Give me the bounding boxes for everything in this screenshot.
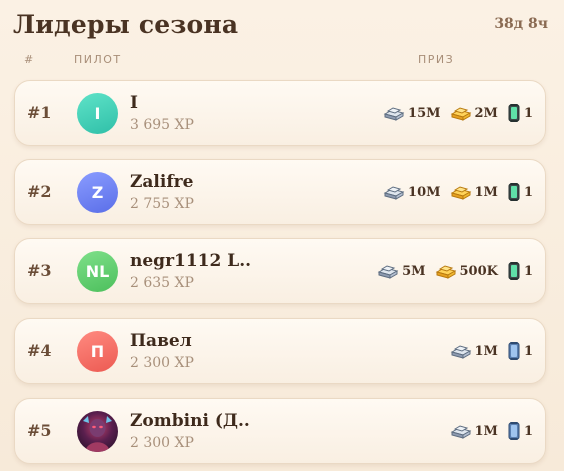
steel-icon <box>383 184 405 200</box>
prize-value: 15M <box>408 105 441 121</box>
prize-gold: 1M <box>450 184 498 200</box>
pilot-xp: 2 300 XP <box>130 435 194 451</box>
prize-value: 2M <box>474 105 498 121</box>
pilot-xp: 3 695 XP <box>130 117 194 133</box>
blue-canister-icon <box>507 421 521 441</box>
green-canister-icon <box>507 261 521 281</box>
avatar-letter: Z <box>91 183 104 202</box>
prize-steel: 1M <box>450 423 498 439</box>
prize-gold: 500K <box>435 263 498 279</box>
prize-steel: 10M <box>383 184 441 200</box>
prize-steel: 1M <box>450 343 498 359</box>
prize-canister: 1 <box>507 421 533 441</box>
avatar: I <box>77 93 118 134</box>
prize-canister: 1 <box>507 261 533 281</box>
prize-value: 1 <box>523 105 533 121</box>
green-canister-icon <box>507 103 521 123</box>
leaderboard-header: Лидеры сезона 38д 8ч <box>13 10 548 46</box>
prize-value: 1 <box>523 263 533 279</box>
green-canister-icon <box>507 182 521 202</box>
prize-value: 1 <box>523 423 533 439</box>
steel-icon <box>450 423 472 439</box>
column-header-pilot: ПИЛОТ <box>74 53 122 66</box>
rank-label: #4 <box>27 341 52 360</box>
avatar-letter: П <box>90 342 105 361</box>
prize-list: 1M 1 <box>450 341 533 361</box>
pilot-name: Zalifre <box>130 172 194 192</box>
prize-value: 1M <box>474 423 498 439</box>
prize-value: 500K <box>459 263 498 279</box>
leaderboard-row[interactable]: #2 Z Zalifre 2 755 XP 10M 1M 1 <box>14 159 546 225</box>
rank-label: #1 <box>27 103 52 122</box>
gold-icon <box>435 263 457 279</box>
leaderboard-row[interactable]: #4 П Павел 2 300 XP 1M 1 <box>14 318 546 384</box>
column-headers: # ПИЛОТ ПРИЗ <box>0 53 564 69</box>
season-timer: 38д 8ч <box>494 16 548 32</box>
prize-list: 10M 1M 1 <box>383 182 533 202</box>
pilot-xp: 2 300 XP <box>130 355 194 371</box>
prize-steel: 5M <box>377 263 426 279</box>
rank-label: #2 <box>27 182 52 201</box>
avatar: П <box>77 331 118 372</box>
avatar-image <box>77 411 118 452</box>
prize-list: 1M 1 <box>450 421 533 441</box>
pilot-name: I <box>130 93 138 113</box>
prize-canister: 1 <box>507 182 533 202</box>
rank-label: #3 <box>27 261 52 280</box>
rank-label: #5 <box>27 421 52 440</box>
pilot-name: negr1112 L.. <box>130 251 252 271</box>
prize-steel: 15M <box>383 105 441 121</box>
prize-value: 1 <box>523 184 533 200</box>
prize-list: 5M 500K 1 <box>377 261 533 281</box>
avatar-letter: I <box>94 104 101 123</box>
pilot-name: Павел <box>130 331 192 351</box>
steel-icon <box>377 263 399 279</box>
avatar: Z <box>77 172 118 213</box>
prize-value: 1M <box>474 343 498 359</box>
pilot-xp: 2 635 XP <box>130 275 194 291</box>
prize-value: 10M <box>408 184 441 200</box>
prize-value: 1 <box>523 343 533 359</box>
prize-canister: 1 <box>507 103 533 123</box>
leaderboard-row[interactable]: #1 I I 3 695 XP 15M 2M 1 <box>14 80 546 146</box>
avatar: NL <box>77 251 118 292</box>
page-title: Лидеры сезона <box>13 10 239 39</box>
pilot-xp: 2 755 XP <box>130 196 194 212</box>
gold-icon <box>450 184 472 200</box>
avatar-portrait <box>83 416 112 452</box>
avatar-letter: NL <box>85 262 110 281</box>
prize-canister: 1 <box>507 341 533 361</box>
leaderboard-row[interactable]: #3 NL negr1112 L.. 2 635 XP 5M 500K 1 <box>14 238 546 304</box>
steel-icon <box>383 105 405 121</box>
column-header-rank: # <box>24 53 35 66</box>
column-header-prize: ПРИЗ <box>418 53 455 66</box>
gold-icon <box>450 105 472 121</box>
pilot-name: Zombini (Д.. <box>130 411 250 431</box>
prize-gold: 2M <box>450 105 498 121</box>
prize-value: 1M <box>474 184 498 200</box>
blue-canister-icon <box>507 341 521 361</box>
prize-list: 15M 2M 1 <box>383 103 533 123</box>
steel-icon <box>450 343 472 359</box>
prize-value: 5M <box>402 263 426 279</box>
leaderboard-row[interactable]: #5 Zombini (Д.. 2 300 XP 1M 1 <box>14 398 546 464</box>
